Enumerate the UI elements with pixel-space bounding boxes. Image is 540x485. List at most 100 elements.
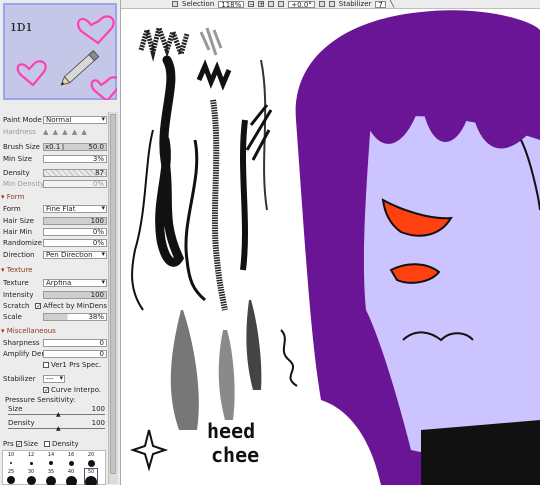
preset-density-label: Density xyxy=(52,440,79,448)
scale-field[interactable]: 38% xyxy=(43,313,107,321)
selection-label[interactable]: Selection xyxy=(182,0,214,8)
direction-select[interactable]: Pen Direction xyxy=(43,251,107,259)
misc-stabilizer-label: Stabilizer xyxy=(3,375,36,383)
rotate-left-button[interactable] xyxy=(278,1,285,7)
preset-size-12[interactable]: 12 xyxy=(25,452,37,468)
misc-section-title: Miscellaneous xyxy=(6,327,56,335)
scratch-label: Scratch xyxy=(3,302,30,310)
sharpness-label: Sharpness xyxy=(3,339,40,347)
pressure-size-thumb[interactable]: ▲ xyxy=(56,411,61,418)
texture-label: Texture xyxy=(3,279,29,287)
hair-min-label: Hair Min xyxy=(3,228,33,236)
preset-size-25[interactable]: 25 xyxy=(5,469,17,485)
form-label: Form xyxy=(3,205,21,213)
curve-interpo-checkbox[interactable]: ✓ xyxy=(43,387,49,394)
preset-size-50[interactable]: 50 xyxy=(84,468,98,485)
top-toolbar: Selection 118% − + +0.0° Stabilizer 7 ╲ xyxy=(120,0,540,9)
intensity-field[interactable]: 100 xyxy=(43,291,107,299)
zoom-reset-button[interactable] xyxy=(268,1,275,7)
preset-size-35[interactable]: 35 xyxy=(45,469,57,485)
direction-label: Direction xyxy=(3,251,35,259)
preset-size-20[interactable]: 20 xyxy=(85,452,97,468)
paint-mode-select[interactable]: Normal xyxy=(43,116,107,124)
scrollbar-thumb[interactable] xyxy=(110,114,116,474)
preset-options-row: Prs ✓ Size Density xyxy=(3,440,79,448)
min-size-field[interactable]: 3% xyxy=(43,155,107,163)
density-field[interactable]: 87 xyxy=(43,169,107,177)
paint-mode-label: Paint Mode xyxy=(3,116,42,124)
pressure-density-row: Density 100 ▲ xyxy=(8,419,105,432)
preset-size-30[interactable]: 30 xyxy=(25,469,37,485)
preset-size-label: Size xyxy=(23,440,38,448)
texture-section-title: Texture xyxy=(6,266,33,274)
zoom-field[interactable]: 118% xyxy=(218,0,245,8)
hair-size-field[interactable]: 100 xyxy=(43,217,107,225)
affect-by-mindens-checkbox[interactable]: ✓ xyxy=(35,303,41,310)
pressure-size-label: Size xyxy=(8,405,23,413)
sharpness-field[interactable]: 0 xyxy=(43,339,107,347)
brush-size-multiplier[interactable]: x0.1 xyxy=(43,143,63,151)
pressure-size-value: 100 xyxy=(91,405,105,413)
preset-size-10[interactable]: 10 xyxy=(5,452,17,468)
scale-label: Scale xyxy=(3,313,22,321)
collapse-arrow-icon: ▾ xyxy=(1,193,5,201)
brush-size-presets: 10 12 14 16 20 25 30 35 40 50 xyxy=(2,450,106,485)
prs-label: Prs xyxy=(3,440,14,448)
density-label: Density xyxy=(3,169,30,177)
texture-select[interactable]: Arpfina xyxy=(43,279,107,287)
rotation-field[interactable]: +0.0° xyxy=(288,0,315,8)
brush-preview: ıᴅı xyxy=(3,3,117,100)
misc-stabilizer-select[interactable]: --- xyxy=(43,375,65,383)
preset-size-16[interactable]: 16 xyxy=(65,452,77,468)
preset-density-checkbox[interactable] xyxy=(44,441,50,447)
heart-doodle-top xyxy=(76,15,115,45)
brush-preview-art xyxy=(16,15,117,100)
pressure-density-thumb[interactable]: ▲ xyxy=(56,425,61,432)
preset-size-checkbox[interactable]: ✓ xyxy=(15,441,22,448)
misc-section-header[interactable]: ▾ Miscellaneous xyxy=(1,327,56,335)
min-size-label: Min Size xyxy=(3,155,33,163)
handwritten-text-heed: heed xyxy=(207,419,255,443)
brush-size-label: Brush Size xyxy=(3,143,40,151)
selection-icon[interactable] xyxy=(172,1,178,7)
hardness-options[interactable]: ▲ ▲ ▲ ▲ ▲ xyxy=(43,128,107,136)
form-section-header[interactable]: ▾ Form xyxy=(1,193,24,201)
randomize-label: Randomize xyxy=(3,239,42,247)
canvas-artwork: heed chee xyxy=(129,10,540,485)
collapse-arrow-icon: ▾ xyxy=(1,266,5,274)
preset-size-14[interactable]: 14 xyxy=(45,452,57,468)
zoom-in-button[interactable]: + xyxy=(258,1,264,8)
hair-size-label: Hair Size xyxy=(3,217,34,225)
min-density-label: Min Density xyxy=(3,180,43,188)
pressure-sensitivity-label: Pressure Sensitivity: xyxy=(5,396,76,404)
heart-doodle-right xyxy=(90,76,117,100)
tool-settings-panel: ıᴅı Paint Mode Normal Hardness ▲ ▲ ▲ ▲ ▲… xyxy=(0,0,121,485)
amplify-density-field[interactable]: 0 xyxy=(43,350,107,358)
preset-size-40[interactable]: 40 xyxy=(65,469,77,485)
pressure-density-value: 100 xyxy=(91,419,105,427)
stabilizer-select[interactable]: 7 xyxy=(375,0,386,8)
brush-size-field[interactable]: 50.0 xyxy=(63,143,107,151)
brush-test-strokes xyxy=(129,19,298,472)
zoom-out-button[interactable]: − xyxy=(248,1,254,8)
form-select[interactable]: Fine Flat xyxy=(43,205,107,213)
amplify-density-label: Amplify Dens. xyxy=(3,350,43,358)
line-tool-icon[interactable]: ╲ xyxy=(390,0,394,8)
drawing-canvas[interactable]: heed chee xyxy=(121,10,540,485)
curve-interpo-label: Curve Interpo. xyxy=(51,386,102,394)
heart-doodle-left xyxy=(16,60,47,87)
affect-by-mindens-label: Affect by MinDens xyxy=(43,302,107,310)
randomize-field[interactable]: 0% xyxy=(43,239,107,247)
flip-button[interactable] xyxy=(328,1,335,7)
ver1-prs-checkbox[interactable] xyxy=(43,362,49,368)
handwritten-text-chee: chee xyxy=(211,443,259,467)
form-section-title: Form xyxy=(6,193,25,201)
hair-min-field[interactable]: 0% xyxy=(43,228,107,236)
panel-scrollbar[interactable] xyxy=(108,112,118,484)
pressure-size-row: Size 100 ▲ xyxy=(8,405,105,418)
rotate-reset-button[interactable] xyxy=(318,1,325,7)
min-density-field[interactable]: 0% xyxy=(43,180,107,188)
hardness-label: Hardness xyxy=(3,128,36,136)
texture-section-header[interactable]: ▾ Texture xyxy=(1,266,32,274)
pressure-density-label: Density xyxy=(8,419,35,427)
